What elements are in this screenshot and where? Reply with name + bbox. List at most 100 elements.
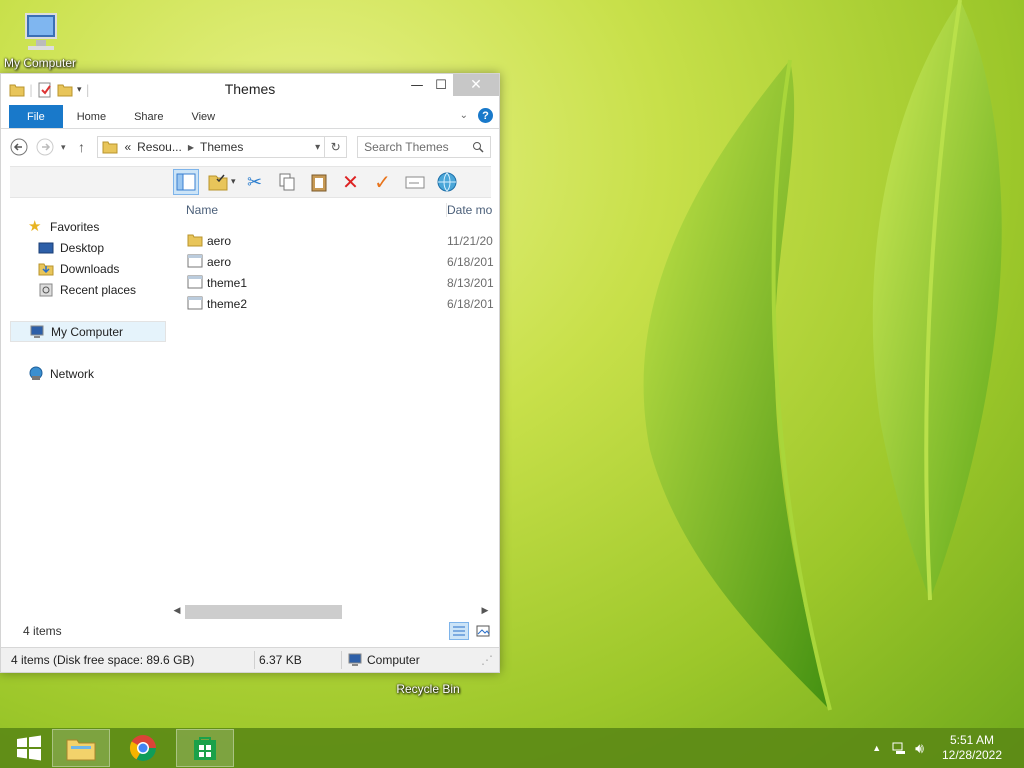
address-path[interactable]: « Resou... ▶ Themes ▾ bbox=[97, 136, 326, 158]
rename-button[interactable] bbox=[402, 169, 428, 195]
file-name: theme2 bbox=[207, 297, 248, 311]
nav-recent-places[interactable]: Recent places bbox=[10, 279, 166, 300]
recent-locations-icon[interactable]: ▾ bbox=[61, 142, 66, 153]
file-explorer-icon bbox=[66, 739, 96, 761]
scroll-track[interactable] bbox=[185, 604, 477, 619]
column-date-modified[interactable]: Date mo bbox=[446, 203, 492, 217]
resize-grip-icon[interactable]: ⋰ bbox=[481, 653, 493, 667]
theme-file-icon bbox=[187, 254, 203, 268]
details-view-icon bbox=[453, 626, 465, 636]
network-globe-button[interactable] bbox=[434, 169, 460, 195]
tab-view[interactable]: View bbox=[177, 105, 229, 128]
details-view-button[interactable] bbox=[449, 622, 469, 640]
tab-share[interactable]: Share bbox=[120, 105, 177, 128]
item-count: 4 items bbox=[23, 624, 62, 638]
status-location: Computer bbox=[367, 653, 420, 667]
nav-my-computer[interactable]: My Computer bbox=[10, 321, 166, 342]
breadcrumb-resources[interactable]: Resou... bbox=[137, 140, 182, 154]
help-icon[interactable]: ? bbox=[478, 108, 493, 123]
table-row[interactable]: aero 11/21/20 bbox=[176, 230, 494, 251]
search-input[interactable]: Search Themes bbox=[357, 136, 491, 158]
ribbon-tabs: File Home Share View ⌄ ? bbox=[1, 105, 499, 129]
start-button[interactable] bbox=[0, 729, 58, 767]
copy-button[interactable] bbox=[274, 169, 300, 195]
navigation-pane: ★ Favorites Desktop Downloads Recent pla… bbox=[10, 200, 166, 610]
quick-access-toolbar: | ▾ | bbox=[1, 82, 90, 98]
nav-network[interactable]: Network bbox=[10, 363, 166, 384]
desktop-icon-my-computer[interactable]: My Computer bbox=[0, 10, 80, 70]
title-bar[interactable]: | ▾ | Themes — ☐ ✕ bbox=[1, 74, 499, 105]
minimize-button[interactable]: — bbox=[405, 74, 429, 96]
back-button[interactable] bbox=[9, 137, 29, 157]
table-row[interactable]: aero 6/18/201 bbox=[176, 251, 494, 272]
forward-button[interactable] bbox=[35, 137, 55, 157]
scroll-left-icon[interactable]: ◀ bbox=[169, 606, 185, 616]
taskbar-chrome[interactable] bbox=[114, 729, 172, 767]
breadcrumb-themes[interactable]: Themes bbox=[200, 140, 243, 154]
folder-icon bbox=[102, 141, 118, 154]
delete-button[interactable]: ✕ bbox=[338, 169, 364, 195]
clock-date: 12/28/2022 bbox=[941, 748, 1003, 762]
preview-pane-button[interactable] bbox=[173, 169, 199, 195]
path-overflow[interactable]: « bbox=[124, 140, 131, 154]
tab-home[interactable]: Home bbox=[63, 105, 120, 128]
desktop-icon bbox=[38, 242, 54, 253]
file-date: 11/21/20 bbox=[447, 234, 493, 248]
desktop-icon-recycle-bin[interactable]: Recycle Bin bbox=[388, 682, 468, 696]
select-folder-button[interactable] bbox=[205, 169, 231, 195]
status-size: 6.37 KB bbox=[259, 653, 302, 667]
table-row[interactable]: theme1 8/13/201 bbox=[176, 272, 494, 293]
breadcrumb-separator-icon: ▶ bbox=[187, 142, 194, 152]
downloads-icon bbox=[38, 263, 54, 275]
chevron-down-icon[interactable]: ▾ bbox=[231, 177, 236, 187]
chevron-down-icon[interactable]: ▾ bbox=[315, 142, 320, 153]
file-name: theme1 bbox=[207, 276, 248, 290]
expand-ribbon-icon[interactable]: ⌄ bbox=[460, 110, 468, 121]
volume-icon[interactable]: 🔊︎ bbox=[915, 740, 924, 757]
network-icon bbox=[29, 366, 43, 380]
file-name: aero bbox=[207, 255, 232, 269]
file-date: 8/13/201 bbox=[447, 276, 494, 290]
column-name[interactable]: Name bbox=[186, 203, 218, 217]
refresh-button[interactable]: ↻ bbox=[325, 136, 348, 158]
explorer-window: | ▾ | Themes — ☐ ✕ File Home Share View … bbox=[0, 73, 500, 673]
scroll-right-icon[interactable]: ▶ bbox=[477, 606, 493, 616]
nav-favorites[interactable]: ★ Favorites bbox=[10, 216, 166, 237]
table-row[interactable]: theme2 6/18/201 bbox=[176, 293, 494, 314]
show-hidden-icons-icon[interactable]: ▲ bbox=[872, 743, 881, 753]
large-icons-view-button[interactable] bbox=[473, 622, 493, 640]
maximize-button[interactable]: ☐ bbox=[429, 74, 453, 96]
scroll-thumb[interactable] bbox=[185, 604, 342, 619]
network-status-icon[interactable] bbox=[891, 740, 907, 756]
nav-desktop[interactable]: Desktop bbox=[10, 237, 166, 258]
cut-button[interactable]: ✂ bbox=[242, 169, 268, 195]
sort-ascending-icon: ^ bbox=[305, 200, 309, 203]
chevron-down-icon[interactable]: ▾ bbox=[77, 85, 82, 95]
computer-icon bbox=[16, 10, 64, 54]
close-button[interactable]: ✕ bbox=[453, 74, 499, 96]
recent-places-icon bbox=[39, 283, 53, 296]
new-folder-icon[interactable] bbox=[57, 82, 73, 98]
clock[interactable]: 5:51 AM 12/28/2022 bbox=[930, 733, 1014, 763]
large-icons-view-icon bbox=[476, 625, 490, 637]
folder-icon bbox=[187, 234, 203, 247]
command-toolbar: ▾ ✂ ✕ ✓ bbox=[10, 166, 491, 198]
rename-icon bbox=[405, 176, 425, 189]
computer-icon bbox=[348, 653, 362, 666]
star-icon: ★ bbox=[28, 217, 42, 235]
tab-file[interactable]: File bbox=[9, 105, 63, 128]
scissors-icon: ✂ bbox=[246, 171, 263, 193]
nav-downloads[interactable]: Downloads bbox=[10, 258, 166, 279]
horizontal-scrollbar[interactable]: ◀ ▶ bbox=[169, 602, 493, 620]
paste-button[interactable] bbox=[306, 169, 332, 195]
show-desktop-button[interactable] bbox=[1014, 728, 1024, 768]
confirm-button[interactable]: ✓ bbox=[370, 169, 396, 195]
taskbar-store[interactable] bbox=[176, 729, 234, 767]
file-date: 6/18/201 bbox=[447, 297, 494, 311]
file-name: aero bbox=[207, 234, 232, 248]
properties-icon[interactable] bbox=[37, 82, 53, 98]
nav-label: Network bbox=[50, 366, 95, 381]
up-button[interactable]: ↑ bbox=[71, 137, 91, 157]
search-icon bbox=[472, 142, 484, 153]
taskbar-file-explorer[interactable] bbox=[52, 729, 110, 767]
